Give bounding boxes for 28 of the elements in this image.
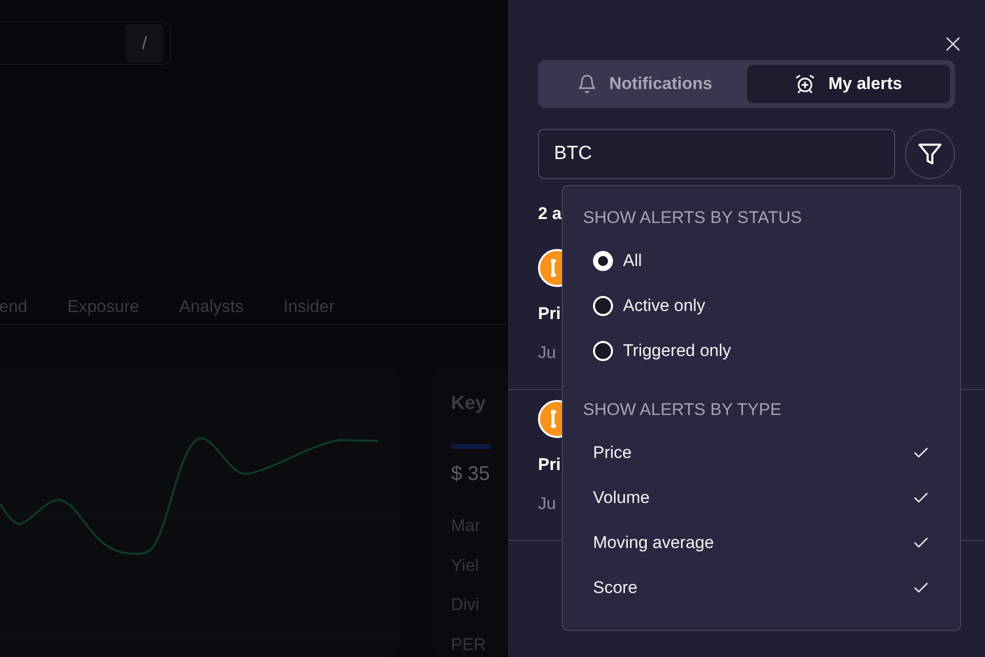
radio-option[interactable]: All: [563, 238, 960, 283]
radio-button[interactable]: [593, 296, 613, 316]
radio-option[interactable]: Triggered only: [563, 328, 960, 373]
search-field[interactable]: BTC: [538, 129, 896, 179]
radio-button[interactable]: [593, 250, 613, 270]
alert-title: Pri: [538, 302, 561, 324]
type-option[interactable]: Price: [563, 430, 960, 475]
section-heading: SHOW ALERTS BY TYPE: [582, 399, 782, 422]
alert-date: Ju: [538, 493, 556, 515]
alert-title: Pri: [538, 454, 561, 476]
bitcoin-icon: [538, 248, 562, 286]
key-value: $ 35: [451, 462, 491, 487]
radio-button[interactable]: [593, 340, 613, 360]
type-option[interactable]: Moving average: [563, 520, 960, 565]
radio-option[interactable]: Active only: [563, 283, 960, 328]
close-icon: [944, 35, 962, 53]
section-heading: SHOW ALERTS BY STATUS: [582, 207, 803, 230]
panel-tab[interactable]: My alerts: [746, 65, 950, 103]
results-count: 2 a: [538, 203, 562, 225]
alert-date: Ju: [538, 342, 556, 364]
bell-icon: [577, 74, 598, 94]
panel-tab[interactable]: Notifications: [543, 65, 746, 103]
filter-button[interactable]: [905, 129, 955, 179]
alarm-clock-icon: [794, 73, 816, 95]
type-option[interactable]: Volume: [563, 475, 960, 520]
bitcoin-icon: [538, 400, 562, 438]
type-option[interactable]: Score: [563, 565, 960, 610]
shortcut-key: /: [125, 24, 164, 62]
